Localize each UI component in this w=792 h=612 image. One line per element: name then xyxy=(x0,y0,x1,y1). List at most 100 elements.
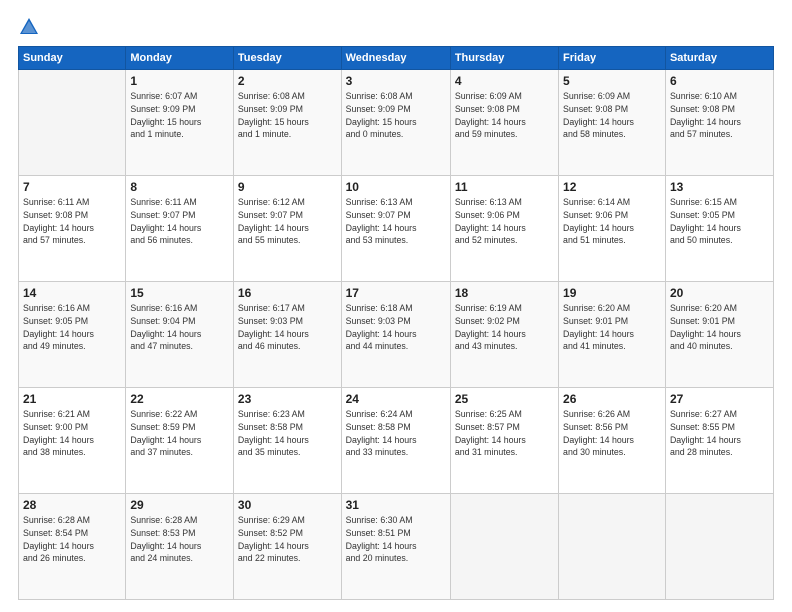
calendar-cell: 15 Sunrise: 6:16 AM Sunset: 9:04 PM Dayli… xyxy=(126,282,234,388)
calendar-cell: 5 Sunrise: 6:09 AM Sunset: 9:08 PM Daylig… xyxy=(559,70,666,176)
calendar-body: 1Sunrise: 6:07 AM Sunset: 9:09 PM Daylig… xyxy=(19,70,774,600)
day-number: 15 xyxy=(130,286,229,300)
week-row-2: 14 Sunrise: 6:16 AM Sunset: 9:05 PM Dayli… xyxy=(19,282,774,388)
calendar-cell: 1Sunrise: 6:07 AM Sunset: 9:09 PM Daylig… xyxy=(126,70,234,176)
day-number: 5 xyxy=(563,74,661,88)
calendar-header: SundayMondayTuesdayWednesdayThursdayFrid… xyxy=(19,47,774,70)
week-row-0: 1Sunrise: 6:07 AM Sunset: 9:09 PM Daylig… xyxy=(19,70,774,176)
day-info: Sunrise: 6:23 AM Sunset: 8:58 PM Dayligh… xyxy=(238,408,337,459)
day-info: Sunrise: 6:30 AM Sunset: 8:51 PM Dayligh… xyxy=(346,514,446,565)
day-number: 27 xyxy=(670,392,769,406)
day-header-wednesday: Wednesday xyxy=(341,47,450,70)
calendar-cell: 20 Sunrise: 6:20 AM Sunset: 9:01 PM Dayli… xyxy=(665,282,773,388)
calendar-cell: 23 Sunrise: 6:23 AM Sunset: 8:58 PM Dayli… xyxy=(233,388,341,494)
calendar-cell: 30Sunrise: 6:29 AM Sunset: 8:52 PM Dayli… xyxy=(233,494,341,600)
calendar-cell: 28Sunrise: 6:28 AM Sunset: 8:54 PM Dayli… xyxy=(19,494,126,600)
day-info: Sunrise: 6:10 AM Sunset: 9:08 PM Dayligh… xyxy=(670,90,769,141)
day-number: 8 xyxy=(130,180,229,194)
calendar-cell: 31Sunrise: 6:30 AM Sunset: 8:51 PM Dayli… xyxy=(341,494,450,600)
day-info: Sunrise: 6:17 AM Sunset: 9:03 PM Dayligh… xyxy=(238,302,337,353)
day-number: 1 xyxy=(130,74,229,88)
day-header-tuesday: Tuesday xyxy=(233,47,341,70)
calendar-cell: 13Sunrise: 6:15 AM Sunset: 9:05 PM Dayli… xyxy=(665,176,773,282)
day-info: Sunrise: 6:13 AM Sunset: 9:06 PM Dayligh… xyxy=(455,196,554,247)
day-number: 2 xyxy=(238,74,337,88)
day-info: Sunrise: 6:11 AM Sunset: 9:08 PM Dayligh… xyxy=(23,196,121,247)
day-number: 16 xyxy=(238,286,337,300)
header xyxy=(18,16,774,38)
calendar-cell xyxy=(19,70,126,176)
day-number: 14 xyxy=(23,286,121,300)
page: SundayMondayTuesdayWednesdayThursdayFrid… xyxy=(0,0,792,612)
calendar-cell: 16 Sunrise: 6:17 AM Sunset: 9:03 PM Dayli… xyxy=(233,282,341,388)
logo-icon xyxy=(18,16,40,38)
day-number: 18 xyxy=(455,286,554,300)
day-info: Sunrise: 6:16 AM Sunset: 9:04 PM Dayligh… xyxy=(130,302,229,353)
day-number: 22 xyxy=(130,392,229,406)
week-row-3: 21Sunrise: 6:21 AM Sunset: 9:00 PM Dayli… xyxy=(19,388,774,494)
week-row-4: 28Sunrise: 6:28 AM Sunset: 8:54 PM Dayli… xyxy=(19,494,774,600)
day-info: Sunrise: 6:18 AM Sunset: 9:03 PM Dayligh… xyxy=(346,302,446,353)
calendar-cell: 24 Sunrise: 6:24 AM Sunset: 8:58 PM Dayli… xyxy=(341,388,450,494)
day-info: Sunrise: 6:26 AM Sunset: 8:56 PM Dayligh… xyxy=(563,408,661,459)
day-info: Sunrise: 6:25 AM Sunset: 8:57 PM Dayligh… xyxy=(455,408,554,459)
calendar-cell xyxy=(559,494,666,600)
calendar-cell: 6 Sunrise: 6:10 AM Sunset: 9:08 PM Daylig… xyxy=(665,70,773,176)
calendar-cell: 22 Sunrise: 6:22 AM Sunset: 8:59 PM Dayli… xyxy=(126,388,234,494)
day-info: Sunrise: 6:28 AM Sunset: 8:53 PM Dayligh… xyxy=(130,514,229,565)
day-number: 24 xyxy=(346,392,446,406)
calendar-cell: 26 Sunrise: 6:26 AM Sunset: 8:56 PM Dayli… xyxy=(559,388,666,494)
day-info: Sunrise: 6:15 AM Sunset: 9:05 PM Dayligh… xyxy=(670,196,769,247)
day-info: Sunrise: 6:14 AM Sunset: 9:06 PM Dayligh… xyxy=(563,196,661,247)
day-number: 10 xyxy=(346,180,446,194)
calendar-cell: 4 Sunrise: 6:09 AM Sunset: 9:08 PM Daylig… xyxy=(450,70,558,176)
day-info: Sunrise: 6:16 AM Sunset: 9:05 PM Dayligh… xyxy=(23,302,121,353)
day-header-monday: Monday xyxy=(126,47,234,70)
day-info: Sunrise: 6:12 AM Sunset: 9:07 PM Dayligh… xyxy=(238,196,337,247)
day-info: Sunrise: 6:22 AM Sunset: 8:59 PM Dayligh… xyxy=(130,408,229,459)
day-number: 19 xyxy=(563,286,661,300)
day-header-saturday: Saturday xyxy=(665,47,773,70)
header-row: SundayMondayTuesdayWednesdayThursdayFrid… xyxy=(19,47,774,70)
calendar-cell: 29 Sunrise: 6:28 AM Sunset: 8:53 PM Dayli… xyxy=(126,494,234,600)
calendar-cell: 25Sunrise: 6:25 AM Sunset: 8:57 PM Dayli… xyxy=(450,388,558,494)
calendar-cell: 27 Sunrise: 6:27 AM Sunset: 8:55 PM Dayli… xyxy=(665,388,773,494)
day-number: 28 xyxy=(23,498,121,512)
day-number: 11 xyxy=(455,180,554,194)
calendar-cell: 2Sunrise: 6:08 AM Sunset: 9:09 PM Daylig… xyxy=(233,70,341,176)
calendar-cell xyxy=(665,494,773,600)
day-number: 7 xyxy=(23,180,121,194)
calendar-cell: 11 Sunrise: 6:13 AM Sunset: 9:06 PM Dayli… xyxy=(450,176,558,282)
day-info: Sunrise: 6:20 AM Sunset: 9:01 PM Dayligh… xyxy=(563,302,661,353)
day-number: 21 xyxy=(23,392,121,406)
day-header-thursday: Thursday xyxy=(450,47,558,70)
calendar-cell: 19 Sunrise: 6:20 AM Sunset: 9:01 PM Dayli… xyxy=(559,282,666,388)
day-number: 6 xyxy=(670,74,769,88)
day-number: 23 xyxy=(238,392,337,406)
day-info: Sunrise: 6:27 AM Sunset: 8:55 PM Dayligh… xyxy=(670,408,769,459)
day-info: Sunrise: 6:09 AM Sunset: 9:08 PM Dayligh… xyxy=(563,90,661,141)
day-header-friday: Friday xyxy=(559,47,666,70)
calendar-cell xyxy=(450,494,558,600)
day-number: 29 xyxy=(130,498,229,512)
calendar-cell: 10 Sunrise: 6:13 AM Sunset: 9:07 PM Dayli… xyxy=(341,176,450,282)
day-info: Sunrise: 6:09 AM Sunset: 9:08 PM Dayligh… xyxy=(455,90,554,141)
day-number: 20 xyxy=(670,286,769,300)
day-info: Sunrise: 6:19 AM Sunset: 9:02 PM Dayligh… xyxy=(455,302,554,353)
week-row-1: 7 Sunrise: 6:11 AM Sunset: 9:08 PM Daylig… xyxy=(19,176,774,282)
day-info: Sunrise: 6:24 AM Sunset: 8:58 PM Dayligh… xyxy=(346,408,446,459)
calendar-table: SundayMondayTuesdayWednesdayThursdayFrid… xyxy=(18,46,774,600)
calendar-cell: 18 Sunrise: 6:19 AM Sunset: 9:02 PM Dayli… xyxy=(450,282,558,388)
day-info: Sunrise: 6:20 AM Sunset: 9:01 PM Dayligh… xyxy=(670,302,769,353)
calendar-cell: 8 Sunrise: 6:11 AM Sunset: 9:07 PM Daylig… xyxy=(126,176,234,282)
day-number: 30 xyxy=(238,498,337,512)
day-info: Sunrise: 6:11 AM Sunset: 9:07 PM Dayligh… xyxy=(130,196,229,247)
day-number: 4 xyxy=(455,74,554,88)
day-info: Sunrise: 6:13 AM Sunset: 9:07 PM Dayligh… xyxy=(346,196,446,247)
calendar-cell: 7 Sunrise: 6:11 AM Sunset: 9:08 PM Daylig… xyxy=(19,176,126,282)
day-number: 26 xyxy=(563,392,661,406)
calendar-cell: 3Sunrise: 6:08 AM Sunset: 9:09 PM Daylig… xyxy=(341,70,450,176)
calendar-cell: 17Sunrise: 6:18 AM Sunset: 9:03 PM Dayli… xyxy=(341,282,450,388)
day-number: 12 xyxy=(563,180,661,194)
calendar-cell: 9Sunrise: 6:12 AM Sunset: 9:07 PM Daylig… xyxy=(233,176,341,282)
